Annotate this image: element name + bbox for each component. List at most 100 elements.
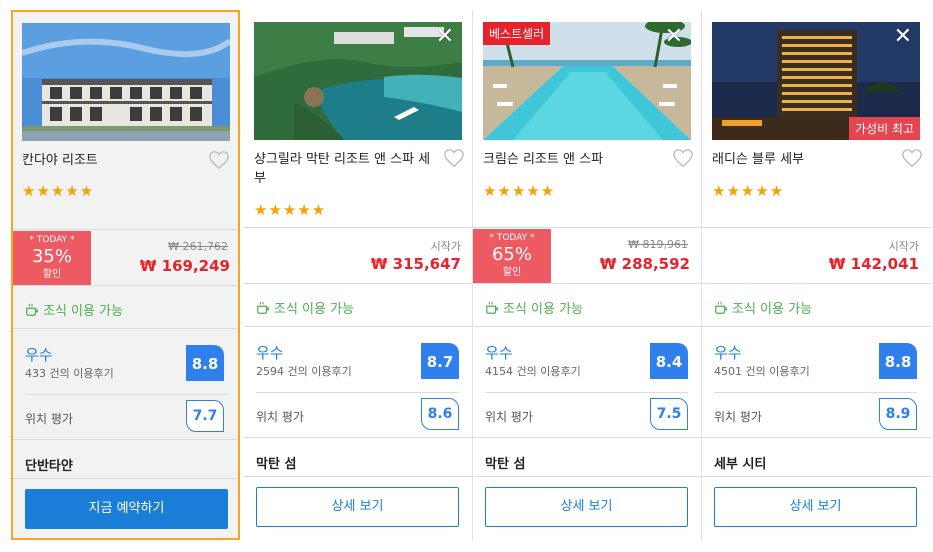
price-area: 시작가 ₩ 142,041	[702, 229, 931, 284]
area-name: 막탄 섬	[485, 457, 526, 472]
breakfast-label: 조식 이용 가능	[274, 302, 355, 317]
book-now-button[interactable]: 지금 예약하기	[25, 489, 228, 529]
discount-percent: 65%	[491, 244, 532, 265]
breakfast-info: 조식 이용 가능	[25, 300, 123, 319]
divider	[702, 476, 931, 477]
divider	[244, 227, 473, 228]
discount-percent: 35%	[31, 246, 72, 267]
breakfast-info: 조식 이용 가능	[485, 298, 583, 317]
location-score-badge: 8.6	[421, 398, 459, 430]
today-label: * TODAY *	[29, 235, 75, 245]
star-rating: ★★★★★	[712, 182, 785, 200]
review-score-badge: 8.8	[879, 343, 917, 379]
divider	[13, 328, 238, 329]
price: ₩ 315,647	[370, 255, 461, 273]
start-price-label: 시작가	[888, 240, 919, 253]
hotel-card-shangrila[interactable]: ✕ 샹그릴라 막탄 리조트 앤 스파 세부 ★★★★★ 시작가 ₩ 315,64…	[244, 10, 473, 540]
bestseller-badge: 베스트셀러	[483, 22, 551, 45]
divider	[702, 227, 931, 228]
rating-word: 우수	[714, 344, 742, 362]
divider	[25, 394, 228, 395]
coffee-cup-icon	[257, 301, 269, 314]
divider	[473, 326, 702, 327]
rating-word: 우수	[256, 344, 284, 362]
hotel-name[interactable]: 래디슨 블루 세부	[712, 150, 892, 169]
location-score-badge: 7.7	[186, 400, 224, 432]
divider	[714, 392, 917, 393]
area-name: 막탄 섬	[256, 457, 297, 472]
area-name: 세부 시티	[714, 457, 767, 472]
close-icon[interactable]: ✕	[436, 26, 454, 48]
discount-suffix: 할인	[42, 269, 62, 280]
review-count[interactable]: 433 건의 이용후기	[25, 365, 114, 381]
hotel-card-radisson[interactable]: ✕ 가성비 최고 래디슨 블루 세부 ★★★★★ 시작가 ₩ 142,041 조…	[701, 10, 931, 540]
start-price-label: 시작가	[430, 240, 461, 253]
breakfast-label: 조식 이용 가능	[732, 302, 813, 317]
discount-suffix: 할인	[502, 267, 522, 278]
breakfast-info: 조식 이용 가능	[714, 298, 812, 317]
price-area: * TODAY * 65% 할인 ₩ 819,961 ₩ 288,592	[473, 229, 702, 284]
review-count[interactable]: 4154 건의 이용후기	[485, 363, 581, 379]
today-label: * TODAY *	[489, 233, 535, 243]
divider	[473, 437, 702, 438]
old-price: ₩ 819,961	[628, 238, 688, 251]
hotel-card-crimson[interactable]: 베스트셀러 ✕ 크림슨 리조트 앤 스파 ★★★★★ * TODAY * 65%…	[472, 10, 702, 540]
rating-word: 우수	[485, 344, 513, 362]
hotel-photo[interactable]: ✕	[254, 22, 462, 140]
hotel-photo[interactable]: 베스트셀러 ✕	[483, 22, 691, 140]
location-score-badge: 8.9	[879, 398, 917, 430]
divider	[256, 392, 459, 393]
hotel-name[interactable]: 샹그릴라 막탄 리조트 앤 스파 세부	[254, 150, 434, 188]
price: ₩ 288,592	[599, 255, 690, 273]
location-label: 위치 평가	[25, 412, 73, 426]
divider	[13, 229, 238, 230]
coffee-cup-icon	[486, 301, 498, 314]
location-label: 위치 평가	[485, 410, 533, 424]
price-area: 시작가 ₩ 315,647	[244, 229, 473, 284]
divider	[244, 326, 473, 327]
divider	[473, 283, 702, 284]
best-value-badge: 가성비 최고	[848, 117, 920, 140]
review-score-badge: 8.7	[421, 343, 459, 379]
heart-icon[interactable]	[901, 148, 923, 168]
divider	[473, 476, 702, 477]
divider	[13, 285, 238, 286]
close-icon[interactable]: ✕	[665, 26, 683, 48]
hotel-photo[interactable]	[22, 23, 230, 141]
close-icon[interactable]: ✕	[894, 26, 912, 48]
review-count[interactable]: 2594 건의 이용후기	[256, 363, 352, 379]
breakfast-info: 조식 이용 가능	[256, 298, 354, 317]
star-rating: ★★★★★	[22, 182, 95, 200]
divider	[244, 283, 473, 284]
star-rating: ★★★★★	[483, 182, 556, 200]
coffee-cup-icon	[26, 303, 38, 316]
price: ₩ 142,041	[828, 255, 919, 273]
price: ₩ 169,249	[139, 257, 230, 275]
divider	[244, 437, 473, 438]
divider	[702, 283, 931, 284]
divider	[702, 326, 931, 327]
heart-icon[interactable]	[208, 150, 230, 170]
view-details-button[interactable]: 상세 보기	[714, 487, 917, 527]
view-details-button[interactable]: 상세 보기	[485, 487, 688, 527]
location-label: 위치 평가	[714, 410, 762, 424]
divider	[244, 476, 473, 477]
divider	[13, 478, 238, 479]
heart-icon[interactable]	[672, 148, 694, 168]
divider	[485, 392, 688, 393]
view-details-button[interactable]: 상세 보기	[256, 487, 459, 527]
today-discount-badge: * TODAY * 35% 할인	[13, 231, 91, 286]
breakfast-label: 조식 이용 가능	[503, 302, 584, 317]
divider	[473, 227, 702, 228]
coffee-cup-icon	[715, 301, 727, 314]
hotel-name[interactable]: 칸다야 리조트	[22, 151, 202, 170]
location-score-badge: 7.5	[650, 398, 688, 430]
review-count[interactable]: 4501 건의 이용후기	[714, 363, 810, 379]
hotel-name[interactable]: 크림슨 리조트 앤 스파	[483, 150, 663, 169]
star-rating: ★★★★★	[254, 201, 327, 219]
review-score-badge: 8.8	[186, 345, 224, 381]
heart-icon[interactable]	[443, 148, 465, 168]
area-name: 단반타얀	[25, 459, 73, 474]
hotel-card-kandaya[interactable]: 칸다야 리조트 ★★★★★ * TODAY * 35% 할인 ₩ 261,762…	[11, 10, 240, 540]
hotel-photo[interactable]: ✕ 가성비 최고	[712, 22, 920, 140]
